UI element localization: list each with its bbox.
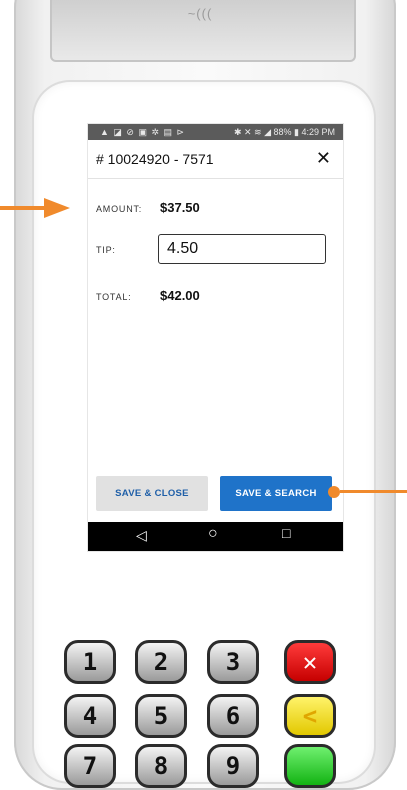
back-icon[interactable]: ◁ bbox=[136, 527, 147, 544]
key-3[interactable]: 3 bbox=[207, 640, 259, 684]
home-icon[interactable]: ○ bbox=[208, 525, 218, 543]
clear-key[interactable]: < bbox=[284, 694, 336, 738]
key-2[interactable]: 2 bbox=[135, 640, 187, 684]
amount-value: $37.50 bbox=[160, 200, 200, 215]
annotation-arrow-line bbox=[0, 206, 46, 210]
recent-apps-icon[interactable]: □ bbox=[282, 525, 290, 541]
key-1[interactable]: 1 bbox=[64, 640, 116, 684]
annotation-arrow-head bbox=[44, 198, 70, 218]
amount-label: AMOUNT: bbox=[96, 204, 143, 214]
status-notification-icons: ▲ ◪ ⊘ ▣ ✲ ▤ ⊳ bbox=[100, 127, 186, 137]
hardware-keypad: 1 2 3 ✕ 4 5 6 < 7 8 9 bbox=[58, 640, 368, 788]
tip-input[interactable] bbox=[158, 234, 326, 264]
key-5[interactable]: 5 bbox=[135, 694, 187, 738]
key-4[interactable]: 4 bbox=[64, 694, 116, 738]
annotation-pointer-line bbox=[340, 490, 407, 493]
payment-terminal: ~((( ▲ ◪ ⊘ ▣ ✲ ▤ ⊳ ✱ ✕ ≋ ◢ 88% ▮ 4:29 PM… bbox=[0, 0, 407, 790]
cancel-key[interactable]: ✕ bbox=[284, 640, 336, 684]
save-close-button[interactable]: SAVE & CLOSE bbox=[96, 476, 208, 511]
order-title: # 10024920 - 7571 bbox=[96, 151, 214, 167]
contactless-reader: ~((( bbox=[50, 0, 356, 62]
contactless-icon: ~((( bbox=[187, 6, 213, 21]
status-system-info: ✱ ✕ ≋ ◢ 88% ▮ 4:29 PM bbox=[233, 127, 335, 137]
save-search-button[interactable]: SAVE & SEARCH bbox=[220, 476, 332, 511]
close-icon[interactable]: ✕ bbox=[316, 148, 331, 169]
dialog-header: # 10024920 - 7571 ✕ bbox=[88, 140, 343, 179]
total-label: TOTAL: bbox=[96, 292, 132, 302]
android-nav-bar: ◁ ○ □ bbox=[88, 522, 343, 551]
key-6[interactable]: 6 bbox=[207, 694, 259, 738]
status-bar: ▲ ◪ ⊘ ▣ ✲ ▤ ⊳ ✱ ✕ ≋ ◢ 88% ▮ 4:29 PM bbox=[88, 124, 343, 140]
tip-label: TIP: bbox=[96, 245, 116, 255]
terminal-screen: ▲ ◪ ⊘ ▣ ✲ ▤ ⊳ ✱ ✕ ≋ ◢ 88% ▮ 4:29 PM # 10… bbox=[88, 124, 343, 551]
total-value: $42.00 bbox=[160, 288, 200, 303]
annotation-pointer-dot bbox=[328, 486, 340, 498]
